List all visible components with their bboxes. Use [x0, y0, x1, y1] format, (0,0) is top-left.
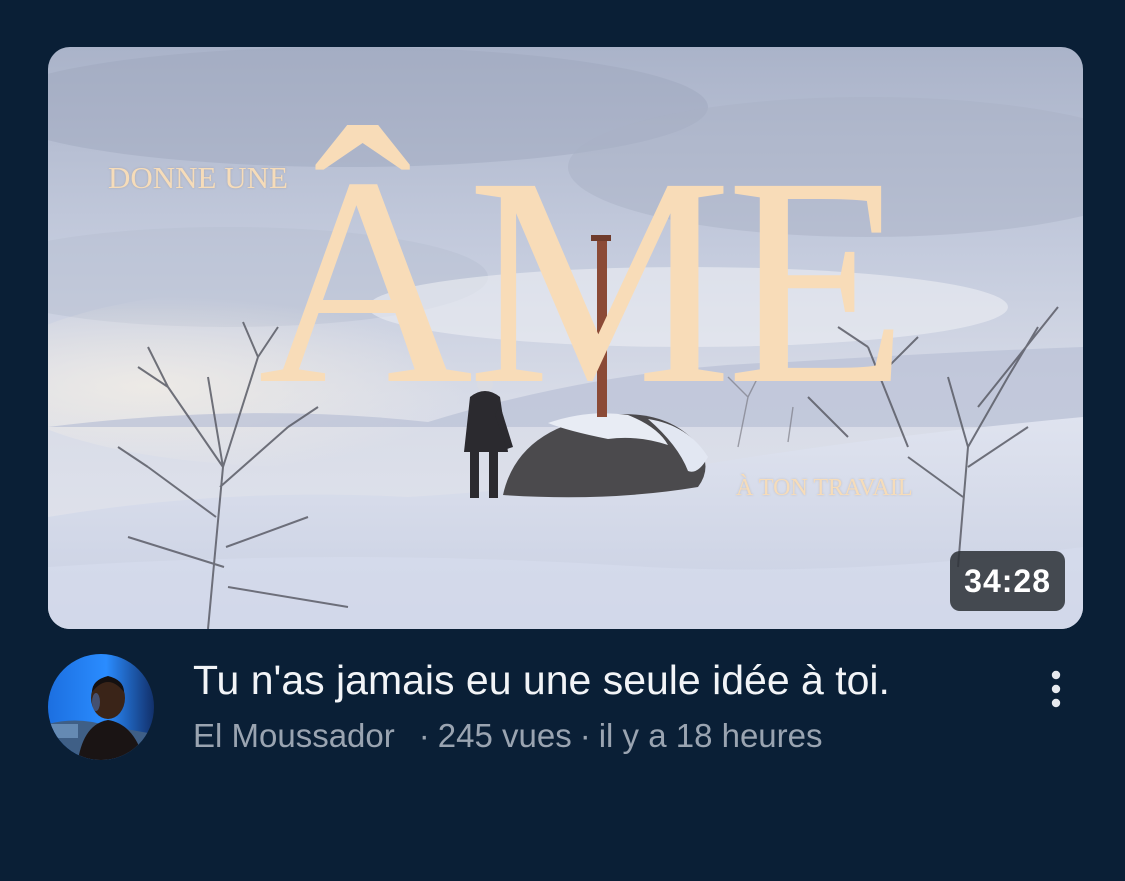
- meta-separator: ·: [418, 717, 430, 754]
- vertical-ellipsis-icon: [1051, 670, 1061, 708]
- video-meta-row: Tu n'as jamais eu une seule idée à toi. …: [48, 654, 1083, 764]
- video-card[interactable]: DONNE UNE ÂME À TON TRAVAIL 34:28 Tu n'a…: [0, 0, 1125, 881]
- video-subline: El Moussador · 245 vues · il y a 18 heures: [193, 714, 823, 758]
- thumbnail-big-text: ÂME: [258, 116, 908, 446]
- upload-age: il y a 18 heures: [598, 717, 823, 754]
- duration-badge: 34:28: [950, 551, 1065, 611]
- more-options-button[interactable]: [1029, 662, 1083, 716]
- video-thumbnail[interactable]: DONNE UNE ÂME À TON TRAVAIL 34:28: [48, 47, 1083, 629]
- avatar-image: [48, 654, 154, 760]
- channel-avatar[interactable]: [48, 654, 154, 760]
- meta-separator: ·: [579, 717, 591, 754]
- video-title[interactable]: Tu n'as jamais eu une seule idée à toi.: [193, 654, 890, 706]
- channel-name[interactable]: El Moussador: [193, 717, 395, 754]
- thumbnail-bottom-text: À TON TRAVAIL: [736, 475, 913, 501]
- view-count: 245 vues: [437, 717, 572, 754]
